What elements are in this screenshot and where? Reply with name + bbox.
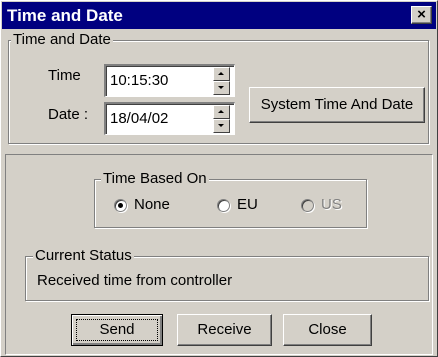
close-icon: × — [417, 6, 426, 23]
receive-button[interactable]: Receive — [177, 314, 272, 346]
receive-label: Receive — [197, 321, 252, 338]
radio-eu-circle — [217, 199, 230, 212]
time-spin-up-button[interactable] — [213, 67, 230, 81]
time-and-date-dialog: Time and Date × Time and Date Time 10:15… — [0, 0, 438, 357]
close-window-button[interactable]: × — [411, 6, 432, 24]
radio-us: US — [301, 196, 356, 216]
radio-us-circle — [301, 199, 314, 212]
send-label: Send — [99, 321, 135, 338]
time-field[interactable]: 10:15:30 — [104, 64, 235, 97]
time-and-date-group-legend: Time and Date — [11, 31, 113, 48]
date-field[interactable]: 18/04/02 — [104, 102, 235, 135]
send-button[interactable]: Send — [71, 314, 163, 346]
radio-none[interactable]: None — [114, 196, 184, 216]
date-label: Date : — [48, 106, 89, 123]
radio-eu-label: EU — [237, 196, 258, 213]
arrow-up-icon — [218, 72, 224, 75]
arrow-up-icon — [218, 110, 224, 113]
arrow-down-icon — [218, 86, 224, 89]
current-status-text: Received time from controller — [37, 272, 233, 289]
close-label: Close — [308, 321, 347, 338]
system-time-and-date-button[interactable]: System Time And Date — [249, 87, 425, 123]
system-time-and-date-label: System Time And Date — [260, 96, 414, 113]
window-title: Time and Date — [7, 6, 123, 25]
close-button[interactable]: Close — [283, 314, 372, 346]
time-label: Time — [48, 67, 81, 84]
radio-us-label: US — [321, 196, 342, 213]
arrow-down-icon — [218, 124, 224, 127]
time-based-on-legend: Time Based On — [101, 170, 209, 187]
date-value: 18/04/02 — [110, 110, 169, 127]
date-spin-up-button[interactable] — [213, 105, 230, 119]
time-spin-down-button[interactable] — [213, 81, 230, 95]
radio-eu[interactable]: EU — [217, 196, 272, 216]
time-value: 10:15:30 — [110, 72, 169, 89]
current-status-legend: Current Status — [33, 247, 134, 264]
date-spin-down-button[interactable] — [213, 119, 230, 133]
radio-none-label: None — [134, 196, 170, 213]
title-bar[interactable]: Time and Date × — [2, 2, 436, 29]
radio-selected-dot — [118, 203, 123, 208]
radio-none-circle — [114, 199, 127, 212]
